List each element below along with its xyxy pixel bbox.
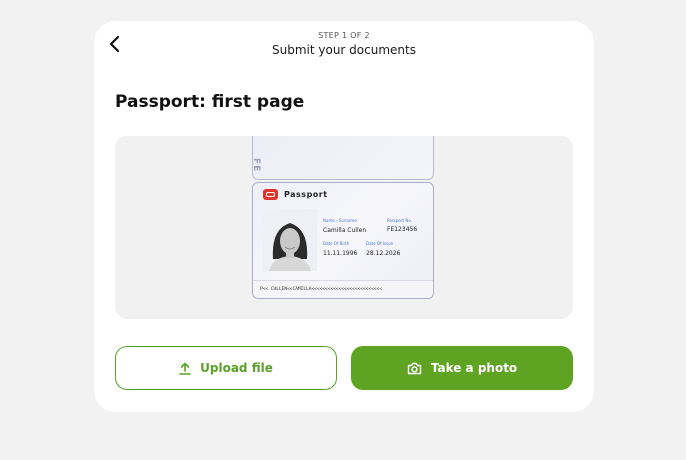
passport-photo (263, 209, 317, 271)
passport-doi-label: Date Of Issue (366, 241, 394, 246)
passport-name-label: Name - Surname (323, 218, 357, 223)
passport-dob-value: 11.11.1996 (323, 250, 358, 257)
passport-previous-page: FE (251, 136, 434, 180)
upload-icon (179, 362, 191, 375)
step-indicator: STEP 1 OF 2 (318, 31, 370, 40)
passport-logo-icon (263, 189, 278, 200)
passport-doi-value: 28.12.2026 (366, 250, 401, 257)
passport-illustration: Passport Name - Surname Camilla Cullen P… (252, 182, 434, 299)
page-title: Submit your documents (272, 43, 416, 57)
passport-number-label: Passport No. (387, 218, 412, 223)
take-photo-label: Take a photo (430, 361, 518, 375)
passport-name-value: Camilla Cullen (323, 227, 367, 234)
camera-icon (407, 362, 422, 375)
passport-mrz: P<< CULLEN<<CAMILLA<<<<<<<<<<<<<<<<<<<<<… (253, 280, 433, 298)
upload-file-label: Upload file (200, 361, 273, 375)
section-title: Passport: first page (115, 92, 305, 112)
passport-number-value: FE123456 (387, 226, 418, 233)
documents-card: STEP 1 OF 2 Submit your documents Passpo… (94, 21, 594, 412)
take-photo-button[interactable]: Take a photo (351, 346, 573, 390)
passport-title: Passport (284, 190, 328, 199)
upload-file-button[interactable]: Upload file (115, 346, 337, 390)
passport-dob-label: Date Of Birth (323, 241, 350, 246)
passport-prev-page-text: FE (251, 158, 261, 173)
passport-preview: FE Passport Name - Surname Camilla Culle… (115, 136, 573, 319)
